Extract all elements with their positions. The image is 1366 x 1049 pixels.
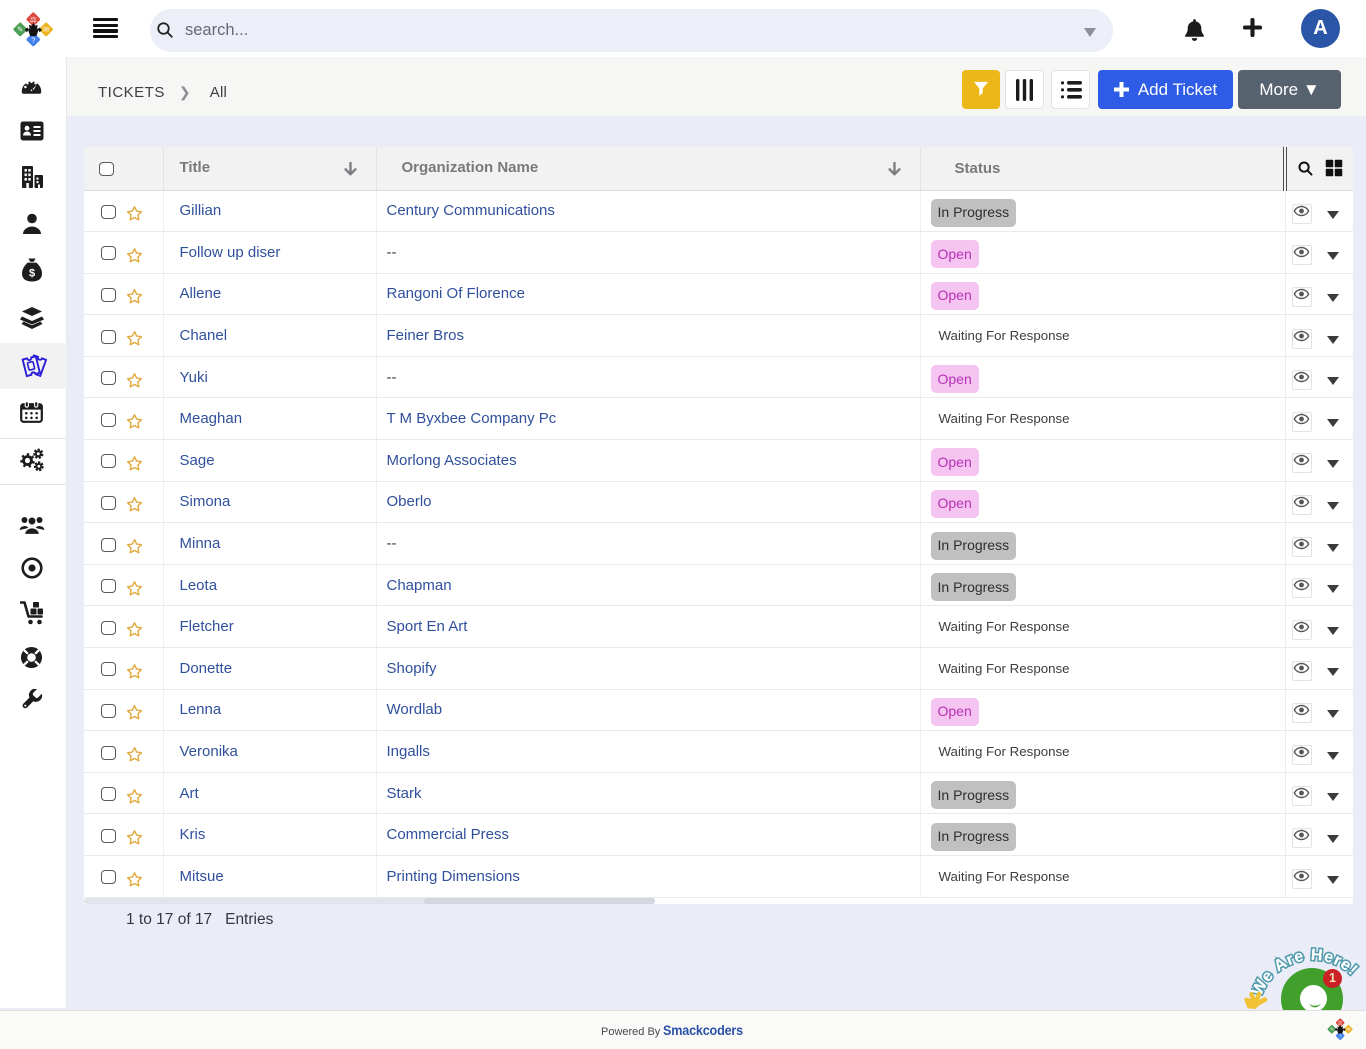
svg-text:⚖: ⚖	[30, 15, 37, 24]
svg-text:?: ?	[31, 36, 35, 45]
svg-text:✉: ✉	[1346, 1027, 1350, 1033]
svg-text:✎: ✎	[17, 25, 23, 34]
svg-text:✉: ✉	[43, 25, 50, 34]
svg-text:?: ?	[1339, 1034, 1342, 1040]
svg-text:$: $	[28, 268, 34, 280]
svg-text:⚖: ⚖	[1338, 1020, 1343, 1026]
svg-text:✎: ✎	[1330, 1027, 1334, 1033]
